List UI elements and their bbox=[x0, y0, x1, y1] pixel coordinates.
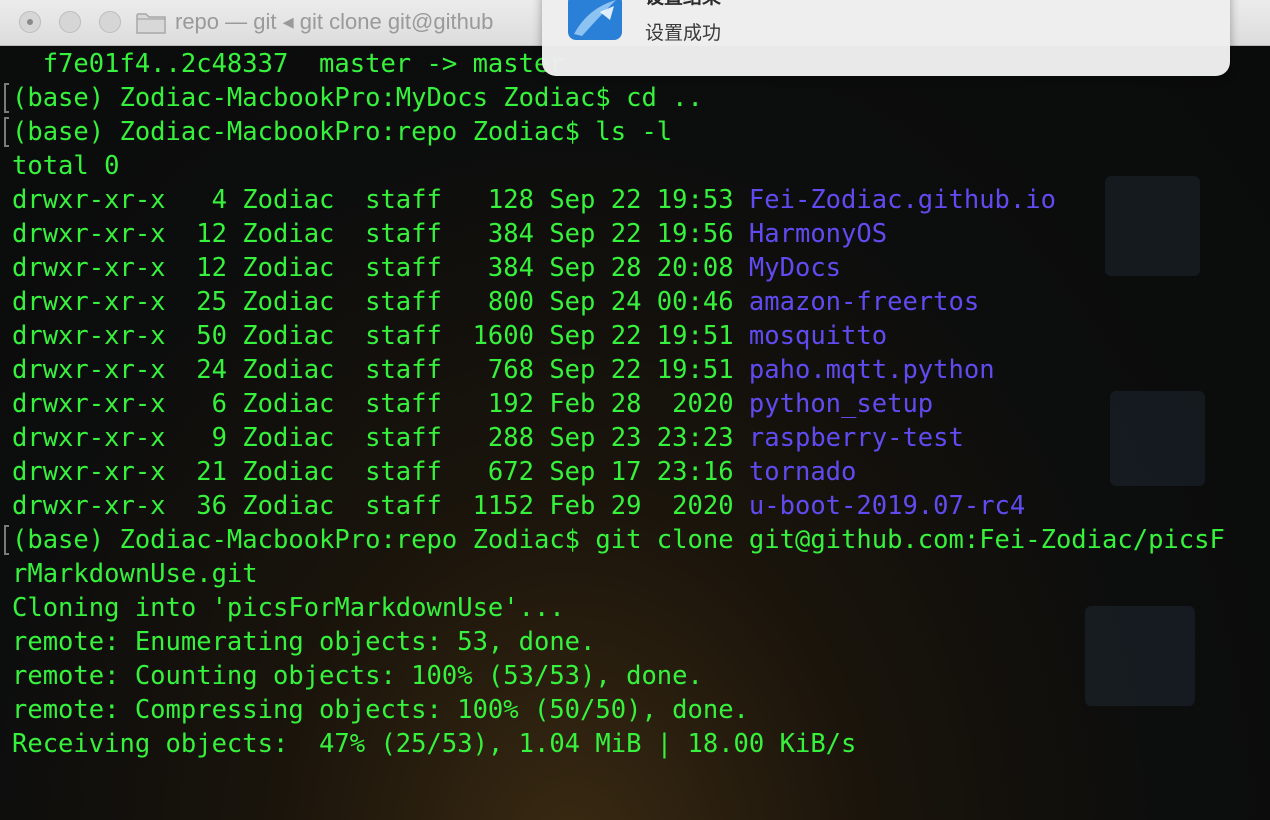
terminal-output-line: drwxr-xr-x 12 Zodiac staff 384 Sep 28 20… bbox=[12, 251, 841, 285]
terminal-output-line: Cloning into 'picsForMarkdownUse'... bbox=[12, 591, 565, 625]
listing-details: drwxr-xr-x 4 Zodiac staff 128 Sep 22 19:… bbox=[12, 185, 749, 215]
listing-details: drwxr-xr-x 12 Zodiac staff 384 Sep 22 19… bbox=[12, 219, 749, 249]
close-button[interactable] bbox=[19, 11, 41, 33]
directory-name: Fei-Zodiac.github.io bbox=[748, 185, 1056, 215]
terminal-content[interactable]: f7e01f4..2c48337 master -> master (base) … bbox=[0, 46, 1270, 820]
line-text: remote: Enumerating objects: 53, done. bbox=[12, 627, 596, 657]
terminal-output-line: drwxr-xr-x 6 Zodiac staff 192 Feb 28 202… bbox=[12, 387, 933, 421]
line-text: Cloning into 'picsForMarkdownUse'... bbox=[12, 593, 565, 623]
background-decoration bbox=[1085, 606, 1195, 706]
listing-details: drwxr-xr-x 12 Zodiac staff 384 Sep 28 20… bbox=[12, 253, 749, 283]
terminal-output-line: total 0 bbox=[12, 149, 119, 183]
background-decoration bbox=[1105, 176, 1200, 276]
line-text: (base) Zodiac-MacbookPro:MyDocs Zodiac$ … bbox=[12, 83, 703, 113]
background-decoration bbox=[1110, 391, 1205, 486]
prompt-marker bbox=[4, 117, 9, 147]
directory-name: raspberry-test bbox=[748, 423, 964, 453]
zoom-button[interactable] bbox=[99, 11, 121, 33]
terminal-output-line: remote: Compressing objects: 100% (50/50… bbox=[12, 693, 749, 727]
listing-details: drwxr-xr-x 36 Zodiac staff 1152 Feb 29 2… bbox=[12, 491, 749, 521]
app-icon bbox=[568, 0, 622, 40]
terminal-prompt-line: (base) Zodiac-MacbookPro:repo Zodiac$ gi… bbox=[12, 523, 1225, 557]
notification-message: 设置成功 bbox=[645, 22, 722, 44]
terminal-output-line: f7e01f4..2c48337 master -> master bbox=[12, 47, 565, 81]
line-text: (base) Zodiac-MacbookPro:repo Zodiac$ ls… bbox=[12, 117, 673, 147]
line-text: Receiving objects: 47% (25/53), 1.04 MiB… bbox=[12, 729, 857, 759]
listing-details: drwxr-xr-x 24 Zodiac staff 768 Sep 22 19… bbox=[12, 355, 749, 385]
terminal-prompt-line: (base) Zodiac-MacbookPro:MyDocs Zodiac$ … bbox=[12, 81, 703, 115]
notification-title: 设置结果 bbox=[645, 0, 721, 9]
terminal-output-line: drwxr-xr-x 4 Zodiac staff 128 Sep 22 19:… bbox=[12, 183, 1056, 217]
directory-name: amazon-freertos bbox=[748, 287, 980, 317]
terminal-output-line: drwxr-xr-x 21 Zodiac staff 672 Sep 17 23… bbox=[12, 455, 856, 489]
listing-details: drwxr-xr-x 50 Zodiac staff 1600 Sep 22 1… bbox=[12, 321, 749, 351]
line-text: total 0 bbox=[12, 151, 120, 181]
minimize-button[interactable] bbox=[59, 11, 81, 33]
folder-icon bbox=[136, 13, 166, 34]
terminal-output-line: drwxr-xr-x 50 Zodiac staff 1600 Sep 22 1… bbox=[12, 319, 887, 353]
line-text: remote: Counting objects: 100% (53/53), … bbox=[12, 661, 703, 691]
line-text: f7e01f4..2c48337 master -> master bbox=[12, 49, 565, 79]
directory-name: tornado bbox=[748, 457, 857, 487]
terminal-output-line: drwxr-xr-x 36 Zodiac staff 1152 Feb 29 2… bbox=[12, 489, 1025, 523]
prompt-marker bbox=[4, 525, 9, 555]
directory-name: u-boot-2019.07-rc4 bbox=[748, 491, 1026, 521]
terminal-output-line: drwxr-xr-x 24 Zodiac staff 768 Sep 22 19… bbox=[12, 353, 995, 387]
terminal-output-line: Receiving objects: 47% (25/53), 1.04 MiB… bbox=[12, 727, 856, 761]
terminal-output-line: drwxr-xr-x 9 Zodiac staff 288 Sep 23 23:… bbox=[12, 421, 964, 455]
terminal-output-line: drwxr-xr-x 25 Zodiac staff 800 Sep 24 00… bbox=[12, 285, 979, 319]
terminal-prompt-line: (base) Zodiac-MacbookPro:repo Zodiac$ ls… bbox=[12, 115, 672, 149]
directory-name: paho.mqtt.python bbox=[748, 355, 995, 385]
line-text: (base) Zodiac-MacbookPro:repo Zodiac$ gi… bbox=[12, 525, 1225, 555]
directory-name: MyDocs bbox=[748, 253, 842, 283]
window-title: repo — git ◂ git clone git@github bbox=[175, 9, 494, 34]
terminal-output-line: drwxr-xr-x 12 Zodiac staff 384 Sep 22 19… bbox=[12, 217, 887, 251]
directory-name: mosquitto bbox=[748, 321, 888, 351]
line-text: rMarkdownUse.git bbox=[12, 559, 258, 589]
listing-details: drwxr-xr-x 6 Zodiac staff 192 Feb 28 202… bbox=[12, 389, 749, 419]
terminal-output-line: remote: Counting objects: 100% (53/53), … bbox=[12, 659, 703, 693]
listing-details: drwxr-xr-x 25 Zodiac staff 800 Sep 24 00… bbox=[12, 287, 749, 317]
terminal-output-line: remote: Enumerating objects: 53, done. bbox=[12, 625, 595, 659]
listing-details: drwxr-xr-x 21 Zodiac staff 672 Sep 17 23… bbox=[12, 457, 749, 487]
terminal-output-line: rMarkdownUse.git bbox=[12, 557, 258, 591]
directory-name: HarmonyOS bbox=[748, 219, 888, 249]
prompt-marker bbox=[4, 83, 9, 113]
directory-name: python_setup bbox=[748, 389, 934, 419]
listing-details: drwxr-xr-x 9 Zodiac staff 288 Sep 23 23:… bbox=[12, 423, 749, 453]
line-text: remote: Compressing objects: 100% (50/50… bbox=[12, 695, 749, 725]
terminal-window: f7e01f4..2c48337 master -> master (base) … bbox=[0, 0, 1270, 820]
notification-banner[interactable]: 设置结果 设置成功 bbox=[542, 0, 1230, 76]
